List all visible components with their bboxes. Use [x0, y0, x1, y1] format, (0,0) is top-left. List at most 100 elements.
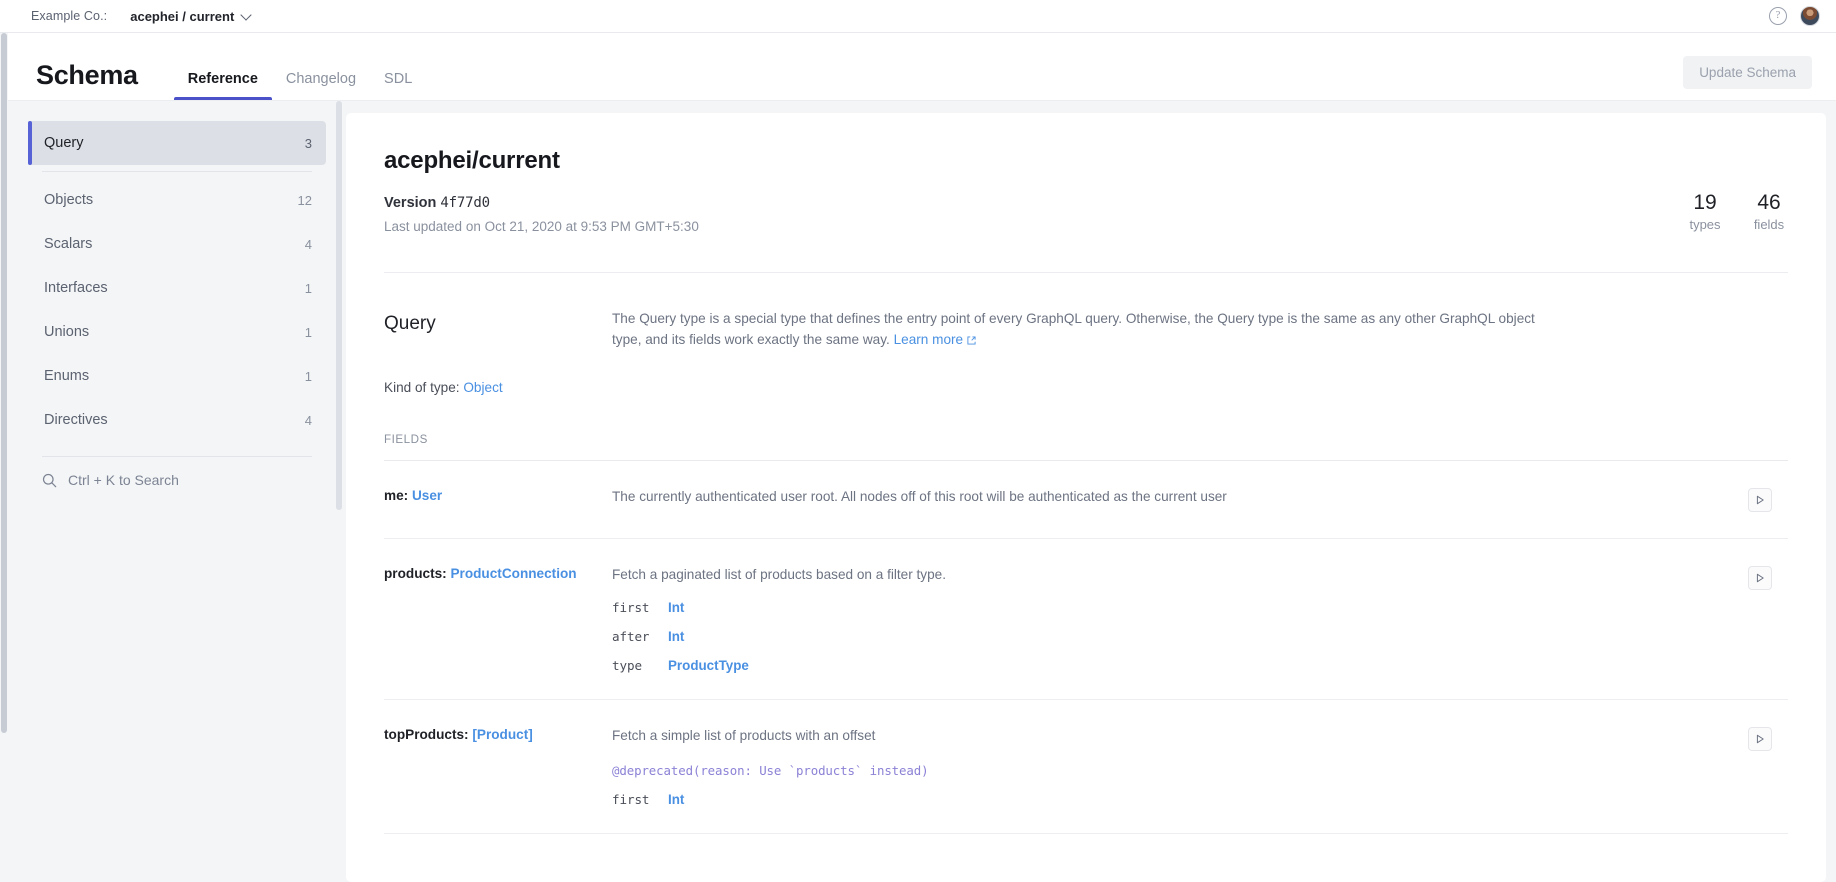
kind-of-type-label: Kind of type: [384, 380, 460, 395]
field-description: Fetch a paginated list of products based… [612, 565, 1748, 585]
argument-type-link[interactable]: Int [668, 792, 684, 807]
org-bar-actions: ? [1769, 6, 1836, 26]
schema-stats: 19 types 46 fields [1688, 192, 1786, 232]
sidebar-item-count: 4 [305, 413, 312, 428]
sidebar-item-label: Enums [44, 368, 89, 384]
window-scrollbar[interactable] [0, 33, 8, 882]
org-name-label: Example Co.: [31, 9, 107, 23]
page-title: Schema [36, 60, 138, 91]
stat-label: fields [1752, 217, 1786, 232]
org-top-bar: Example Co.: acephei / current ? [0, 0, 1836, 33]
kind-of-type-value[interactable]: Object [463, 380, 502, 395]
field-body: Fetch a paginated list of products based… [612, 565, 1748, 672]
stat-value: 19 [1688, 192, 1722, 214]
field-type-link[interactable]: [Product] [472, 727, 532, 742]
sidebar-item-label: Directives [44, 412, 108, 428]
version-hash: 4f77d0 [440, 195, 489, 211]
table-row: topProducts: [Product] Fetch a simple li… [384, 700, 1788, 834]
schema-reference-card: acephei/current Version 4f77d0 Last upda… [346, 113, 1826, 882]
tab-sdl[interactable]: SDL [370, 71, 426, 100]
schema-title: acephei/current [384, 147, 1788, 175]
fields-list: me: User The currently authenticated use… [346, 461, 1826, 834]
type-name: Query [384, 309, 612, 350]
field-arguments: first Int [612, 792, 1748, 807]
sidebar-item-count: 3 [305, 136, 312, 151]
sidebar-scrollbar[interactable] [336, 101, 342, 510]
sidebar-item-query[interactable]: Query 3 [28, 121, 326, 165]
sidebar: Query 3 Objects 12 Scalars 4 Interfaces … [8, 101, 346, 882]
argument-row: type ProductType [612, 658, 1748, 673]
sidebar-item-unions[interactable]: Unions 1 [28, 310, 326, 354]
sidebar-item-label: Query [44, 135, 84, 151]
learn-more-link[interactable]: Learn more [894, 332, 964, 347]
field-name: products: [384, 566, 447, 581]
field-signature: products: ProductConnection [384, 565, 612, 581]
sidebar-item-label: Unions [44, 324, 89, 340]
argument-name: type [612, 658, 662, 673]
sidebar-item-count: 12 [298, 193, 312, 208]
field-name: topProducts: [384, 727, 469, 742]
sidebar-item-count: 1 [305, 325, 312, 340]
field-description: Fetch a simple list of products with an … [612, 726, 1748, 746]
kind-of-type-row: Kind of type: Object [384, 380, 1788, 395]
play-button[interactable] [1748, 727, 1772, 751]
sidebar-item-interfaces[interactable]: Interfaces 1 [28, 266, 326, 310]
sidebar-divider-bottom [42, 456, 312, 457]
tab-changelog[interactable]: Changelog [272, 71, 370, 100]
sidebar-item-label: Scalars [44, 236, 92, 252]
body-container: Query 3 Objects 12 Scalars 4 Interfaces … [8, 101, 1836, 882]
version-row: Version 4f77d0 [384, 195, 1788, 211]
sidebar-item-label: Objects [44, 192, 93, 208]
argument-type-link[interactable]: Int [668, 600, 684, 615]
stat-fields: 46 fields [1752, 192, 1786, 232]
play-triangle-icon [1754, 494, 1766, 506]
argument-name: first [612, 792, 662, 807]
argument-row: after Int [612, 629, 1748, 644]
sidebar-item-enums[interactable]: Enums 1 [28, 354, 326, 398]
table-row: me: User The currently authenticated use… [384, 461, 1788, 539]
play-button[interactable] [1748, 566, 1772, 590]
sidebar-item-scalars[interactable]: Scalars 4 [28, 222, 326, 266]
field-body: The currently authenticated user root. A… [612, 487, 1748, 507]
sidebar-divider [42, 171, 312, 172]
argument-type-link[interactable]: Int [668, 629, 684, 644]
help-icon[interactable]: ? [1769, 7, 1787, 25]
avatar[interactable] [1800, 6, 1820, 26]
argument-type-link[interactable]: ProductType [668, 658, 749, 673]
type-description: The Query type is a special type that de… [612, 309, 1556, 350]
play-button[interactable] [1748, 488, 1772, 512]
last-updated-text: Last updated on Oct 21, 2020 at 9:53 PM … [384, 219, 1788, 234]
update-schema-button[interactable]: Update Schema [1683, 56, 1812, 89]
play-triangle-icon [1754, 733, 1766, 745]
deprecated-annotation: @deprecated(reason: Use `products` inste… [612, 763, 1748, 778]
type-description-text: The Query type is a special type that de… [612, 311, 1535, 347]
sidebar-item-count: 4 [305, 237, 312, 252]
tab-bar: Reference Changelog SDL [174, 33, 427, 100]
page-header: Schema Reference Changelog SDL Update Sc… [8, 33, 1836, 101]
type-section: Query The Query type is a special type t… [346, 273, 1826, 461]
argument-row: first Int [612, 600, 1748, 615]
search-icon [42, 473, 57, 488]
sidebar-item-directives[interactable]: Directives 4 [28, 398, 326, 442]
graph-picker-dropdown[interactable]: acephei / current [130, 9, 253, 24]
stat-label: types [1688, 217, 1722, 232]
type-overview: Query The Query type is a special type t… [384, 309, 1788, 350]
search-placeholder: Ctrl + K to Search [68, 472, 179, 488]
play-triangle-icon [1754, 572, 1766, 584]
field-name: me: [384, 488, 408, 503]
chevron-down-icon [242, 10, 253, 21]
fields-heading: FIELDS [384, 433, 1788, 446]
stat-types: 19 types [1688, 192, 1722, 232]
version-label: Version [384, 195, 436, 211]
sidebar-item-objects[interactable]: Objects 12 [28, 178, 326, 222]
table-row: products: ProductConnection Fetch a pagi… [384, 539, 1788, 699]
field-arguments: first Int after Int type ProductType [612, 600, 1748, 673]
field-type-link[interactable]: User [412, 488, 442, 503]
field-signature: topProducts: [Product] [384, 726, 612, 742]
tab-reference[interactable]: Reference [174, 71, 272, 100]
field-type-link[interactable]: ProductConnection [450, 566, 576, 581]
sidebar-item-count: 1 [305, 369, 312, 384]
search-input[interactable]: Ctrl + K to Search [42, 472, 312, 488]
window-scrollbar-thumb[interactable] [1, 33, 7, 733]
field-description: The currently authenticated user root. A… [612, 487, 1748, 507]
